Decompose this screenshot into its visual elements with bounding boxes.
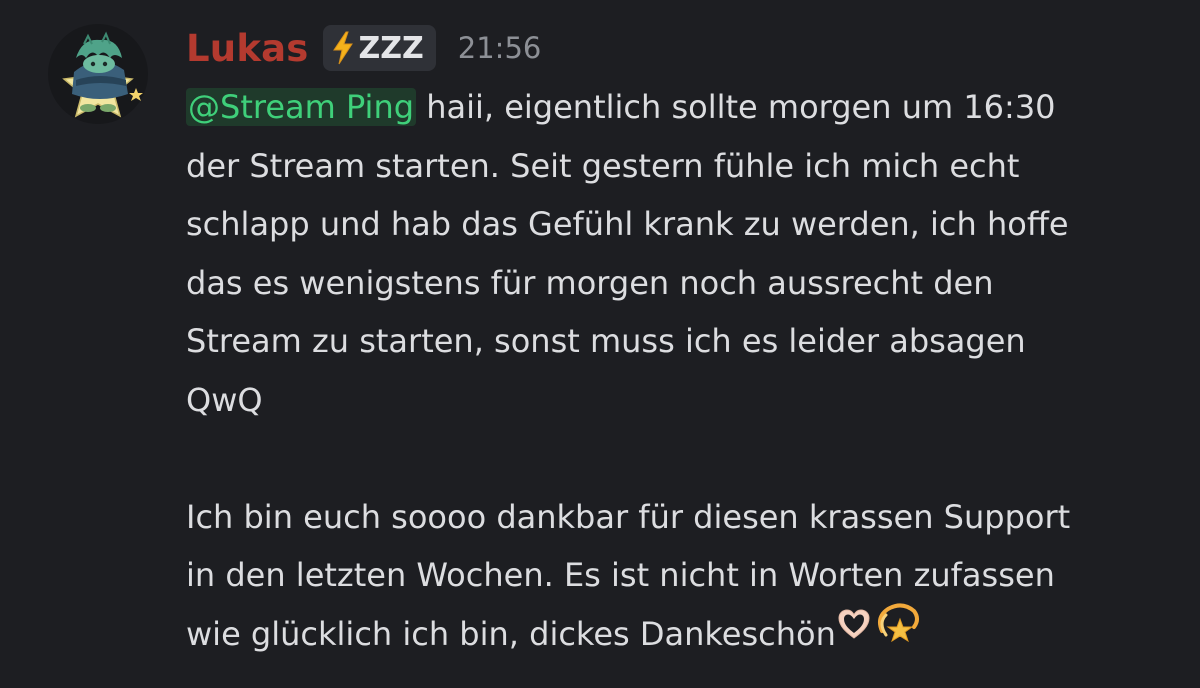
server-tag[interactable]: ZZZ (322, 25, 436, 71)
message-line-text: haii, eigentlich sollte morgen um 16:30 (416, 88, 1056, 126)
message-line-last: wie glücklich ich bin, dickes Dankeschön (186, 602, 1176, 664)
message-line: @Stream Ping haii, eigentlich sollte mor… (186, 78, 1176, 137)
dizzy-star-icon (872, 597, 922, 666)
chat-message: Lukas ZZZ 21:56 @Stream Ping haii, eigen… (0, 0, 1200, 688)
lightning-icon (331, 31, 355, 65)
message-line: in den letzten Wochen. Es ist nicht in W… (186, 556, 1055, 594)
message-line-blank (186, 429, 1176, 488)
message-content: Lukas ZZZ 21:56 @Stream Ping haii, eigen… (186, 22, 1176, 663)
message-line: Ich bin euch soooo dankbar für diesen kr… (186, 497, 1071, 536)
server-tag-label: ZZZ (358, 30, 424, 66)
timestamp[interactable]: 21:56 (458, 31, 542, 65)
message-line: der Stream starten. Seit gestern fühle i… (186, 146, 1020, 185)
role-mention[interactable]: @Stream Ping (186, 88, 417, 126)
message-body: @Stream Ping haii, eigentlich sollte mor… (186, 78, 1176, 663)
avatar-icon (48, 24, 148, 124)
message-line-text: wie glücklich ich bin, dickes Dankeschön (186, 614, 836, 653)
heart-hands-icon (836, 602, 872, 661)
avatar[interactable] (48, 24, 148, 124)
username[interactable]: Lukas (186, 27, 309, 70)
message-line: Stream zu starten, sonst muss ich es lei… (186, 322, 1026, 360)
message-line: das es wenigstens für morgen noch aussre… (186, 263, 994, 302)
message-header: Lukas ZZZ 21:56 (186, 22, 1176, 74)
message-line: QwQ (186, 380, 263, 419)
message-line: schlapp und hab das Gefühl krank zu werd… (186, 205, 1069, 243)
